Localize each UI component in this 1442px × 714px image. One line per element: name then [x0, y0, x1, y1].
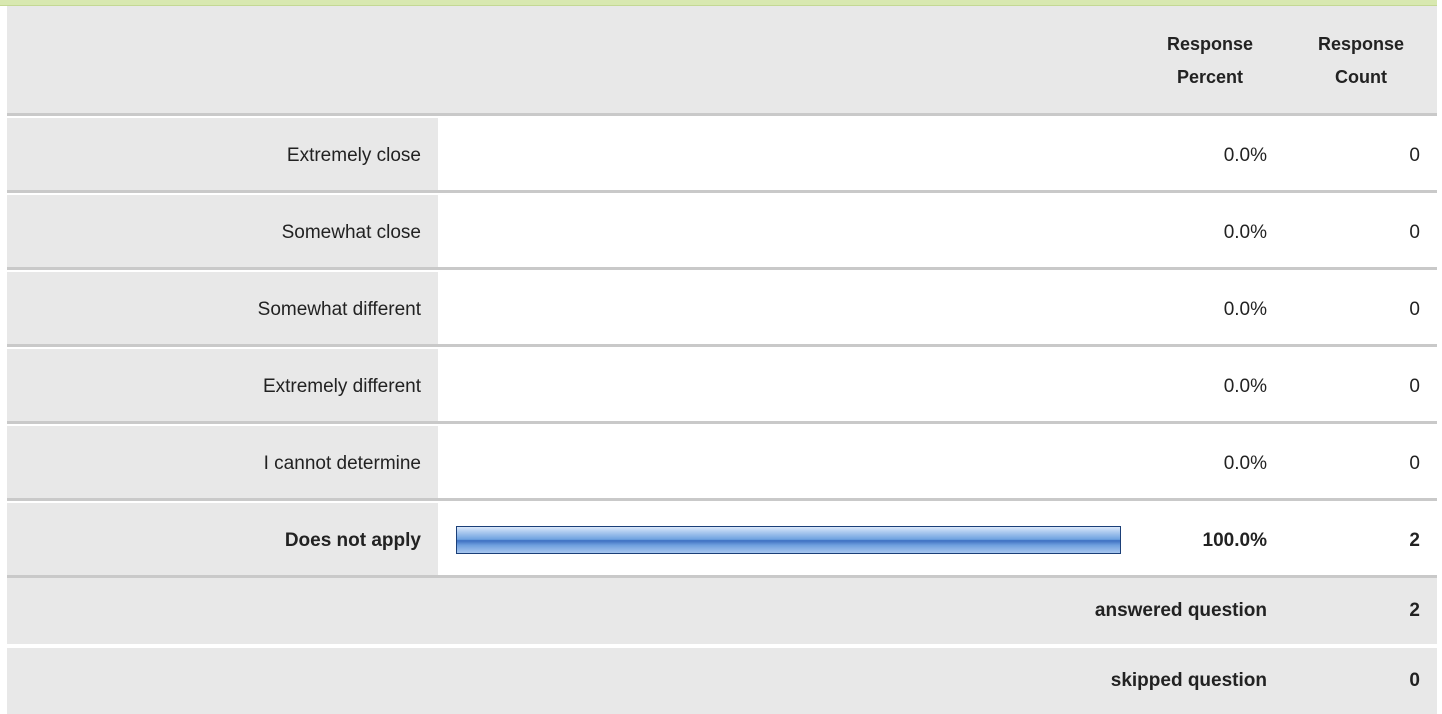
- response-percent: 0.0%: [1223, 375, 1267, 397]
- response-percent: 100.0%: [1202, 529, 1267, 551]
- answered-question-row: answered question 2: [7, 578, 1437, 644]
- answer-row: Does not apply 100.0% 2: [7, 501, 1437, 578]
- answer-label: Does not apply: [7, 503, 438, 578]
- response-count: 0: [1409, 298, 1420, 320]
- response-percent-header-line2: Percent: [1176, 67, 1244, 87]
- response-bar: [456, 526, 1121, 554]
- bar-cell: [438, 195, 1282, 270]
- skipped-question-label: skipped question: [1110, 670, 1267, 691]
- response-percent: 0.0%: [1223, 298, 1267, 320]
- answer-label: Somewhat close: [7, 195, 438, 270]
- skipped-question-row: skipped question 0: [7, 646, 1437, 714]
- answer-label: I cannot determine: [7, 426, 438, 501]
- response-percent: 0.0%: [1223, 221, 1267, 243]
- bar-cell: [438, 426, 1282, 501]
- response-count: 2: [1409, 529, 1420, 551]
- response-count: 0: [1409, 221, 1420, 243]
- answer-row: Extremely close 0.0% 0: [7, 116, 1437, 193]
- answer-row: Somewhat different 0.0% 0: [7, 270, 1437, 347]
- response-count-header-line1: Response: [1317, 34, 1405, 54]
- answer-row: Somewhat close 0.0% 0: [7, 193, 1437, 270]
- table-header-row: Response Percent Response Count: [7, 6, 1437, 114]
- response-count: 0: [1409, 375, 1420, 397]
- response-percent-header: Response Percent: [1135, 6, 1285, 114]
- answer-label: Extremely different: [7, 349, 438, 424]
- response-percent: 0.0%: [1223, 144, 1267, 166]
- survey-results-table: Response Percent Response Count Extremel…: [7, 6, 1437, 714]
- response-count: 0: [1409, 452, 1420, 474]
- response-count: 0: [1409, 144, 1420, 166]
- bar-cell: [438, 118, 1282, 193]
- skipped-question-count: 0: [1409, 670, 1420, 691]
- answer-label: Extremely close: [7, 118, 438, 193]
- response-count-header: Response Count: [1285, 6, 1437, 114]
- answered-question-label: answered question: [1094, 600, 1267, 621]
- answer-label: Somewhat different: [7, 272, 438, 347]
- answered-question-count: 2: [1409, 600, 1420, 621]
- response-percent: 0.0%: [1223, 452, 1267, 474]
- response-count-header-line2: Count: [1335, 67, 1387, 87]
- bar-cell: [438, 503, 1282, 578]
- answer-row: Extremely different 0.0% 0: [7, 347, 1437, 424]
- bar-cell: [438, 349, 1282, 424]
- bar-cell: [438, 272, 1282, 347]
- response-percent-header-line1: Response: [1166, 34, 1254, 54]
- answer-row: I cannot determine 0.0% 0: [7, 424, 1437, 501]
